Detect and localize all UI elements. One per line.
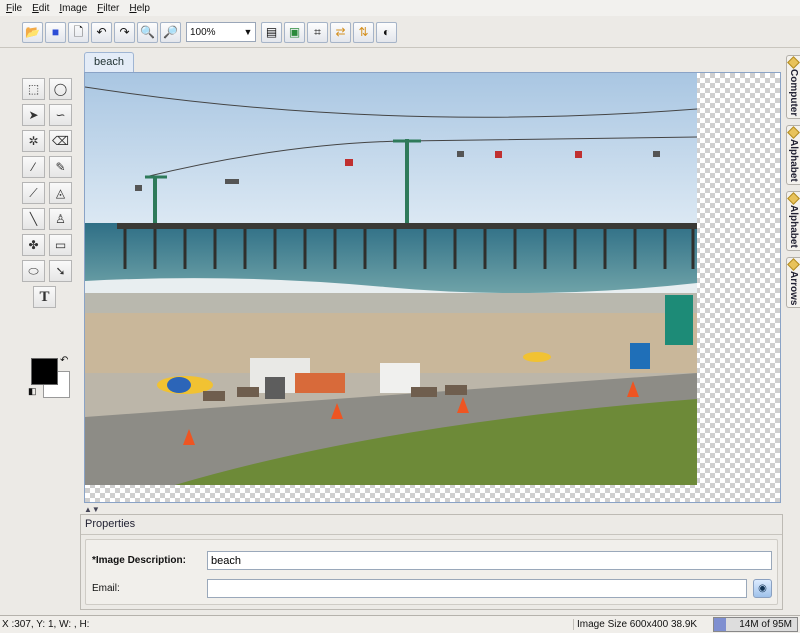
reset-colors-icon[interactable]: ◧ bbox=[28, 386, 37, 397]
star-icon bbox=[787, 126, 800, 140]
menu-help[interactable]: Help bbox=[127, 3, 158, 14]
beach-photo bbox=[85, 73, 697, 485]
image-description-label: *Image Description: bbox=[92, 555, 186, 566]
status-bar: X :307, Y: 1, W: , H: Image Size 600x400… bbox=[0, 615, 800, 633]
redo-icon[interactable]: ↷ bbox=[114, 21, 135, 43]
zoom-value: 100% bbox=[190, 26, 216, 38]
save-icon[interactable]: ■ bbox=[45, 21, 66, 43]
side-tab-alphabet[interactable]: Alphabet bbox=[786, 125, 800, 186]
paint-bucket-icon[interactable]: ◬ bbox=[49, 182, 72, 204]
document-tabs: beach bbox=[84, 52, 134, 72]
side-tab-label: Alphabet bbox=[788, 205, 799, 248]
color-picker: ↶ ◧ bbox=[28, 355, 73, 400]
tool-row: ➤ ∽ bbox=[22, 104, 80, 126]
canvas-area[interactable] bbox=[84, 72, 781, 503]
menu-edit[interactable]: Edit bbox=[30, 3, 57, 14]
effects-icon[interactable]: ✤ bbox=[22, 234, 45, 256]
image-size-info: Image Size 600x400 38.9K bbox=[573, 619, 713, 630]
properties-form: *Image Description: Email: ◉ bbox=[85, 539, 778, 605]
flip-vertical-icon[interactable]: ⇅ bbox=[353, 21, 374, 43]
line-icon[interactable]: ╲ bbox=[22, 208, 45, 230]
menu-file[interactable]: File bbox=[4, 3, 30, 14]
rectangle-select-icon[interactable]: ⬚ bbox=[22, 78, 45, 100]
tool-row: ⟋ ◬ bbox=[22, 182, 80, 204]
magic-wand-icon[interactable]: ✲ bbox=[22, 130, 45, 152]
star-icon bbox=[787, 56, 800, 69]
toolbar-divider bbox=[0, 47, 800, 48]
side-tab-label: Alphabet bbox=[788, 139, 799, 183]
tool-row: ⬭ ➘ bbox=[22, 260, 80, 282]
side-tab-alphabet[interactable]: Alphabet bbox=[786, 191, 800, 251]
tool-row: ✤ ▭ bbox=[22, 234, 80, 256]
memory-usage-text: 14M of 95M bbox=[739, 619, 792, 630]
properties-divider bbox=[81, 534, 782, 535]
cursor-coordinates: X :307, Y: 1, W: , H: bbox=[2, 619, 90, 630]
tool-row: ╲ ♙ bbox=[22, 208, 80, 230]
flip-horizontal-icon[interactable]: ⇄ bbox=[330, 21, 351, 43]
zoom-in-icon[interactable]: 🔍 bbox=[137, 21, 158, 43]
foreground-color-swatch[interactable] bbox=[31, 358, 58, 385]
side-tab-label: Arrows bbox=[788, 270, 799, 306]
side-tab-label: Computer bbox=[788, 69, 799, 117]
brush-icon[interactable]: ⟋ bbox=[22, 182, 45, 204]
tool-row: T bbox=[22, 286, 80, 308]
color-picker-icon[interactable]: ⁄ bbox=[22, 156, 45, 178]
menu-filter[interactable]: Filter bbox=[95, 3, 127, 14]
properties-title: Properties bbox=[85, 518, 136, 530]
email-lookup-button[interactable]: ◉ bbox=[753, 579, 772, 598]
swap-colors-icon[interactable]: ↶ bbox=[60, 355, 68, 366]
email-label: Email: bbox=[92, 583, 120, 594]
tab-beach[interactable]: beach bbox=[84, 52, 134, 72]
pencil-icon[interactable]: ✎ bbox=[49, 156, 72, 178]
star-icon bbox=[787, 192, 800, 205]
zoom-out-icon[interactable]: 🔎 bbox=[160, 21, 181, 43]
side-panel-tabs: Computer Alphabet Alphabet Arrows bbox=[786, 55, 800, 314]
rectangle-shape-icon[interactable]: ▭ bbox=[49, 234, 72, 256]
eraser-icon[interactable]: ⌫ bbox=[49, 130, 72, 152]
side-tab-computer[interactable]: Computer bbox=[786, 55, 800, 120]
crop-icon[interactable]: ⌗ bbox=[307, 21, 328, 43]
memory-indicator[interactable]: 14M of 95M bbox=[713, 617, 798, 632]
globe-icon: ◉ bbox=[758, 583, 767, 594]
image-description-field[interactable] bbox=[207, 551, 772, 570]
lasso-icon[interactable]: ∽ bbox=[49, 104, 72, 126]
new-icon[interactable]: 🗋 bbox=[68, 21, 89, 43]
chevron-down-icon: ▼ bbox=[243, 27, 253, 37]
zoom-select[interactable]: 100% ▼ bbox=[186, 22, 256, 42]
menu-image[interactable]: Image bbox=[57, 3, 95, 14]
undo-icon[interactable]: ↶ bbox=[91, 21, 112, 43]
ellipse-select-icon[interactable]: ◯ bbox=[49, 78, 72, 100]
tool-row: ⬚ ◯ bbox=[22, 78, 80, 100]
side-tab-arrows[interactable]: Arrows bbox=[786, 256, 800, 309]
properties-panel: Properties *Image Description: Email: ◉ bbox=[80, 514, 783, 610]
menu-bar: File Edit Image Filter Help bbox=[0, 0, 800, 16]
panel-splitter[interactable]: ▲▼ bbox=[84, 505, 100, 514]
tool-row: ⁄ ✎ bbox=[22, 156, 80, 178]
fit-page-icon[interactable]: ▤ bbox=[261, 21, 282, 43]
toolbar: 📂 ■ 🗋 ↶ ↷ 🔍 🔎 100% ▼ ▤ ▣ ⌗ ⇄ ⇅ ◐ bbox=[0, 18, 800, 46]
stamp-icon[interactable]: ♙ bbox=[49, 208, 72, 230]
contrast-icon[interactable]: ◐ bbox=[376, 21, 397, 43]
text-tool-icon[interactable]: T bbox=[33, 286, 56, 308]
ellipse-shape-icon[interactable]: ⬭ bbox=[22, 260, 45, 282]
tool-row: ✲ ⌫ bbox=[22, 130, 80, 152]
email-field[interactable] bbox=[207, 579, 747, 598]
adjust-icon[interactable]: ▣ bbox=[284, 21, 305, 43]
arrow-shape-icon[interactable]: ➘ bbox=[49, 260, 72, 282]
open-icon[interactable]: 📂 bbox=[22, 21, 43, 43]
star-icon bbox=[787, 257, 800, 271]
toolbox: ⬚ ◯ ➤ ∽ ✲ ⌫ ⁄ ✎ ⟋ ◬ ╲ ♙ ✤ ▭ ⬭ ➘ T bbox=[22, 78, 80, 312]
move-icon[interactable]: ➤ bbox=[22, 104, 45, 126]
